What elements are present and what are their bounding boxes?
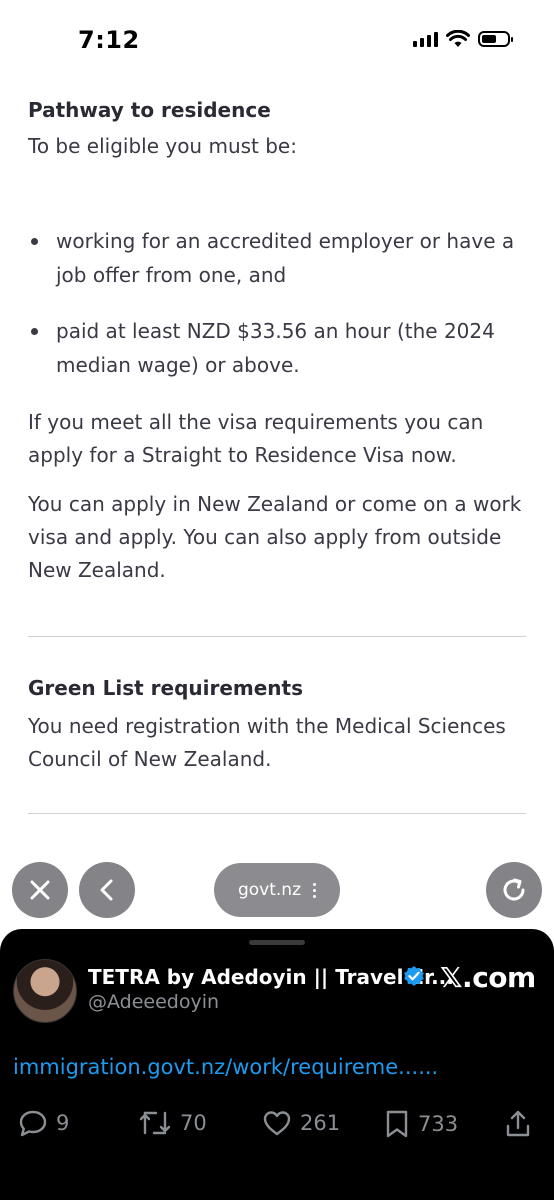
tweet-link[interactable]: immigration.govt.nz/work/requireme...... (13, 1055, 438, 1079)
avatar[interactable] (13, 959, 77, 1023)
bullet-icon (31, 328, 38, 335)
tweet-actions: 9 70 261 733 (0, 1109, 554, 1143)
list-item: paid at least NZD $33.56 an hour (the 20… (28, 314, 526, 382)
apply-paragraph: If you meet all the visa requirements yo… (28, 410, 484, 467)
section-heading-green-list: Green List requirements (28, 676, 304, 700)
repost-icon (139, 1111, 171, 1135)
requirements-list: working for an accredited employer or ha… (28, 224, 526, 382)
battery-icon (478, 31, 513, 47)
bookmark-icon (386, 1110, 408, 1138)
list-item-text: paid at least NZD $33.56 an hour (the 20… (56, 319, 495, 377)
chevron-left-icon (100, 879, 113, 901)
section-heading-pathway: Pathway to residence (28, 98, 271, 122)
bookmark-count: 733 (418, 1112, 459, 1136)
list-item-text: working for an accredited employer or ha… (56, 229, 515, 287)
clock: 7:12 (78, 26, 140, 54)
like-button[interactable]: 261 (262, 1109, 340, 1137)
author-name[interactable]: TETRA by Adedoyin || Travel Er... (88, 965, 454, 989)
author-handle[interactable]: @Adeeedoyin (88, 991, 219, 1013)
drag-handle[interactable] (249, 940, 305, 945)
reply-button[interactable]: 9 (18, 1109, 69, 1137)
reload-button[interactable] (486, 862, 542, 918)
eligibility-intro: To be eligible you must be: (28, 134, 297, 158)
repost-button[interactable]: 70 (138, 1109, 207, 1137)
close-button[interactable] (12, 862, 68, 918)
section-divider (28, 813, 526, 814)
status-icons (413, 30, 513, 48)
bookmark-button[interactable]: 733 (384, 1109, 458, 1139)
more-options-icon[interactable] (313, 882, 317, 898)
bullet-icon (31, 238, 38, 245)
tweet-card: TETRA by Adedoyin || Travel Er... @Adeee… (0, 929, 554, 1200)
green-list-paragraph: You need registration with the Medical S… (28, 714, 506, 771)
url-text: govt.nz (237, 880, 302, 900)
reply-icon (19, 1110, 47, 1137)
address-bar[interactable]: govt.nz (214, 863, 340, 917)
section-divider (28, 636, 526, 637)
screen: 7:12 Pathway to residence To be eligible… (0, 0, 554, 1200)
close-icon (30, 880, 50, 900)
share-icon (506, 1110, 530, 1137)
x-logo: 𝕏.com (440, 961, 536, 994)
list-item: working for an accredited employer or ha… (28, 224, 526, 292)
verified-badge-icon (404, 966, 424, 986)
heart-icon (263, 1111, 291, 1136)
reply-count: 9 (56, 1111, 70, 1135)
reload-icon (503, 878, 525, 901)
like-count: 261 (300, 1111, 341, 1135)
location-paragraph: You can apply in New Zealand or come on … (28, 492, 522, 582)
web-content: Pathway to residence To be eligible you … (28, 92, 526, 814)
repost-count: 70 (180, 1111, 207, 1135)
wifi-icon (446, 30, 470, 47)
cellular-signal-icon (413, 31, 438, 47)
share-button[interactable] (504, 1109, 532, 1139)
status-bar: 7:12 (0, 0, 554, 82)
back-button[interactable] (79, 862, 135, 918)
